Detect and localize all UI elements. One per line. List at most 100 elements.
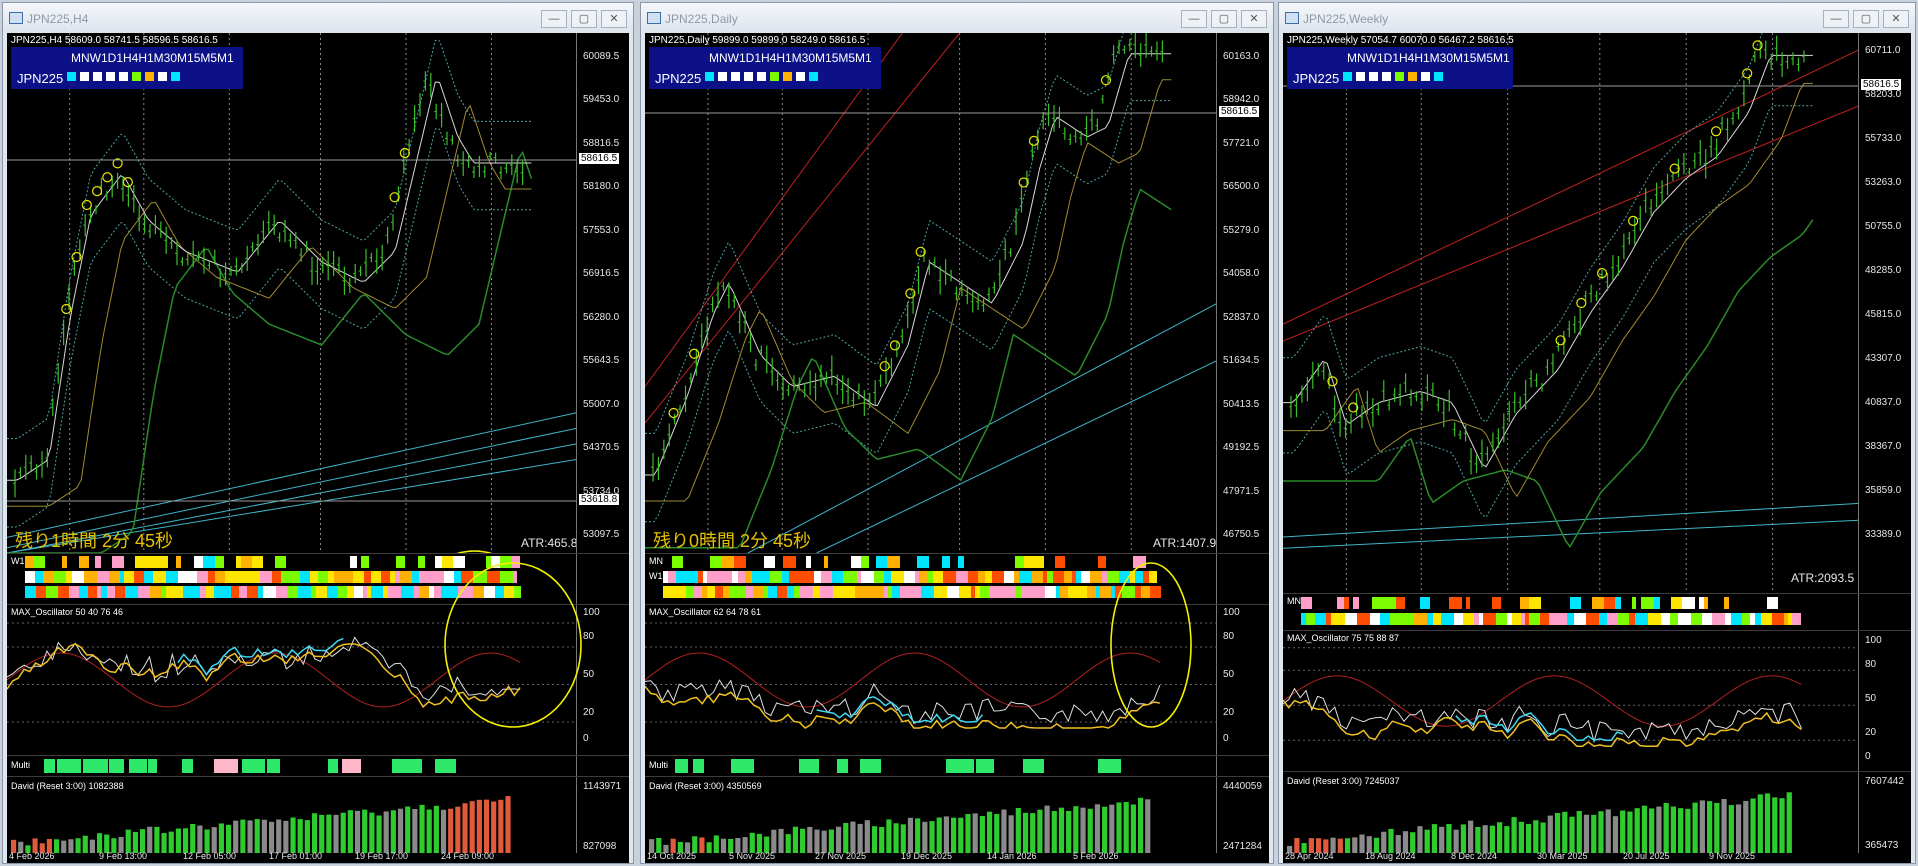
volume-pane[interactable]: David (Reset 3:00) 7245037 7607442 36547… xyxy=(1283,772,1911,853)
trend-bar-segment xyxy=(820,586,833,598)
trend-bar-segment xyxy=(1312,597,1321,609)
oscillator-pane[interactable]: MAX_Oscillator 50 40 76 46 100 80 50 20 … xyxy=(7,605,629,756)
volume-bar xyxy=(462,803,468,853)
trend-bar-segment xyxy=(1357,613,1370,625)
volume-bar xyxy=(426,809,432,853)
price-axis[interactable]: 60163.0 58942.0 57721.0 56500.0 55279.0 … xyxy=(1216,33,1269,553)
chart-client-area[interactable]: JPN225,Daily 59899.0 59899.0 58249.0 586… xyxy=(645,33,1269,863)
price-pane[interactable]: JPN225,Daily 59899.0 59899.0 58249.0 586… xyxy=(645,33,1269,554)
multi-pane[interactable]: Multi xyxy=(7,756,629,777)
trend-bar-segment xyxy=(892,586,900,598)
trend-bar-segment xyxy=(1333,597,1337,609)
maximize-button[interactable]: ▢ xyxy=(1211,10,1237,28)
minimize-button[interactable]: — xyxy=(1181,10,1207,28)
signal-circle xyxy=(689,348,700,359)
oscillator-axis[interactable]: 100 80 50 20 0 xyxy=(1858,631,1911,771)
trend-bar-segment xyxy=(1321,597,1333,609)
time-axis[interactable]: 28 Apr 2024 18 Aug 2024 8 Dec 2024 30 Ma… xyxy=(1283,851,1859,863)
close-button[interactable]: ✕ xyxy=(1241,10,1267,28)
maximize-button[interactable]: ▢ xyxy=(1853,10,1879,28)
close-button[interactable]: ✕ xyxy=(601,10,627,28)
trend-bar-segment xyxy=(1671,597,1682,609)
trend-bar-segment xyxy=(775,556,783,568)
oscillator-pane[interactable]: MAX_Oscillator 75 75 88 87 100 80 50 20 … xyxy=(1283,631,1911,772)
trend-bar-segment xyxy=(275,556,286,568)
volume-pane[interactable]: David (Reset 3:00) 1082388 1143971 82709… xyxy=(7,777,629,853)
trend-bar-segment xyxy=(363,586,367,598)
trend-bar-segment xyxy=(1053,571,1064,583)
osc-tick: 0 xyxy=(1223,733,1229,744)
multi-segment xyxy=(214,759,238,773)
trend-bar-segment xyxy=(1076,571,1081,583)
maximize-button[interactable]: ▢ xyxy=(571,10,597,28)
minimize-button[interactable]: — xyxy=(541,10,567,28)
multi-pane[interactable]: Multi xyxy=(645,756,1269,777)
chart-window-weekly[interactable]: JPN225,Weekly — ▢ ✕ JPN225,Weekly 57054.… xyxy=(1278,2,1916,864)
trend-bar-segment xyxy=(1635,613,1648,625)
signal-circle xyxy=(81,199,92,211)
time-axis[interactable]: 14 Oct 2025 5 Nov 2025 27 Nov 2025 19 De… xyxy=(645,851,1217,863)
chart-window-daily[interactable]: JPN225,Daily — ▢ ✕ JPN225,Daily 59899.0 … xyxy=(640,2,1274,864)
time-axis[interactable]: 4 Feb 2026 9 Feb 13:00 12 Feb 05:00 17 F… xyxy=(7,851,577,863)
volume-bar xyxy=(1656,806,1662,853)
osc-tick: 0 xyxy=(1865,751,1871,762)
osc-tick: 80 xyxy=(1865,659,1877,670)
chart-client-area[interactable]: JPN225,Weekly 57054.7 60070.0 56467.2 58… xyxy=(1283,33,1911,863)
volume-bar xyxy=(1511,817,1517,853)
trend-bar-segment xyxy=(686,586,694,598)
oscillator-axis[interactable]: 100 80 50 20 0 xyxy=(576,605,629,755)
trend-bar-segment xyxy=(1599,613,1607,625)
window-titlebar[interactable]: JPN225,Weekly — ▢ ✕ xyxy=(1279,3,1915,33)
timeframe-status-square xyxy=(106,72,115,81)
volume-axis[interactable]: 7607442 365473 xyxy=(1858,772,1911,853)
minimize-button[interactable]: — xyxy=(1823,10,1849,28)
chart-window-h4[interactable]: JPN225,H4 — ▢ ✕ JPN225,H4 58609.0 58741.… xyxy=(2,2,634,864)
volume-pane[interactable]: David (Reset 3:00) 4350569 4440059 24712… xyxy=(645,777,1269,853)
trend-bar-segment xyxy=(1554,613,1567,625)
oscillator-axis[interactable]: 100 80 50 20 0 xyxy=(1216,605,1269,755)
trend-bars-pane[interactable]: MN W1 xyxy=(645,554,1269,605)
multi-segment xyxy=(195,759,209,773)
price-pane[interactable]: JPN225,Weekly 57054.7 60070.0 56467.2 58… xyxy=(1283,33,1911,594)
trend-bars-pane[interactable]: W1 xyxy=(7,554,629,605)
volume-bar xyxy=(1080,807,1086,853)
close-button[interactable]: ✕ xyxy=(1883,10,1909,28)
trend-bars-pane[interactable]: MN xyxy=(1283,594,1911,631)
trend-bar-segment xyxy=(181,556,187,568)
price-axis[interactable]: 60089.5 59453.0 58816.5 58180.0 57553.0 … xyxy=(576,33,629,553)
trend-bars-label: MN xyxy=(1287,596,1301,606)
trend-bar-segment xyxy=(1098,556,1106,568)
trend-bar-segment xyxy=(1363,597,1367,609)
trend-bar-segment xyxy=(454,571,461,583)
trend-bar-segment xyxy=(286,556,295,568)
volume-bar xyxy=(283,820,289,853)
trend-bar-segment xyxy=(919,571,928,583)
price-axis[interactable]: 60711.0 58203.0 55733.0 53263.0 50755.0 … xyxy=(1858,33,1911,593)
trend-bar-segment xyxy=(980,586,989,598)
volume-bar xyxy=(835,826,842,853)
volume-label: David (Reset 3:00) 7245037 xyxy=(1287,776,1400,786)
oscillator-pane[interactable]: MAX_Oscillator 62 64 78 61 100 80 50 20 … xyxy=(645,605,1269,756)
trend-bar-segment xyxy=(1441,613,1454,625)
window-titlebar[interactable]: JPN225,H4 — ▢ ✕ xyxy=(3,3,633,33)
trend-bar-segment xyxy=(1107,571,1119,583)
volume-axis[interactable]: 1143971 827098 xyxy=(576,777,629,853)
volume-bar xyxy=(1569,816,1575,853)
volume-bar xyxy=(1764,793,1771,853)
symbol-ohlc-line: JPN225,H4 58609.0 58741.5 58596.5 58616.… xyxy=(11,35,218,46)
oscillator-signal-line xyxy=(1283,675,1802,727)
volume-axis[interactable]: 4440059 2471284 xyxy=(1216,777,1269,853)
trend-bar-segment xyxy=(1405,597,1414,609)
volume-bar xyxy=(1576,811,1582,853)
trend-bar-segment xyxy=(1529,597,1541,609)
price-pane[interactable]: JPN225,H4 58609.0 58741.5 58596.5 58616.… xyxy=(7,33,629,554)
volume-bar xyxy=(1525,823,1532,853)
multi-segment xyxy=(342,759,361,773)
trend-bar-segment xyxy=(89,556,95,568)
trend-bar-segment xyxy=(703,571,707,583)
volume-bar xyxy=(498,799,504,853)
chart-client-area[interactable]: JPN225,H4 58609.0 58741.5 58596.5 58616.… xyxy=(7,33,629,863)
trend-bar-segment xyxy=(685,571,698,583)
multi-segment xyxy=(1074,759,1093,773)
window-titlebar[interactable]: JPN225,Daily — ▢ ✕ xyxy=(641,3,1273,33)
